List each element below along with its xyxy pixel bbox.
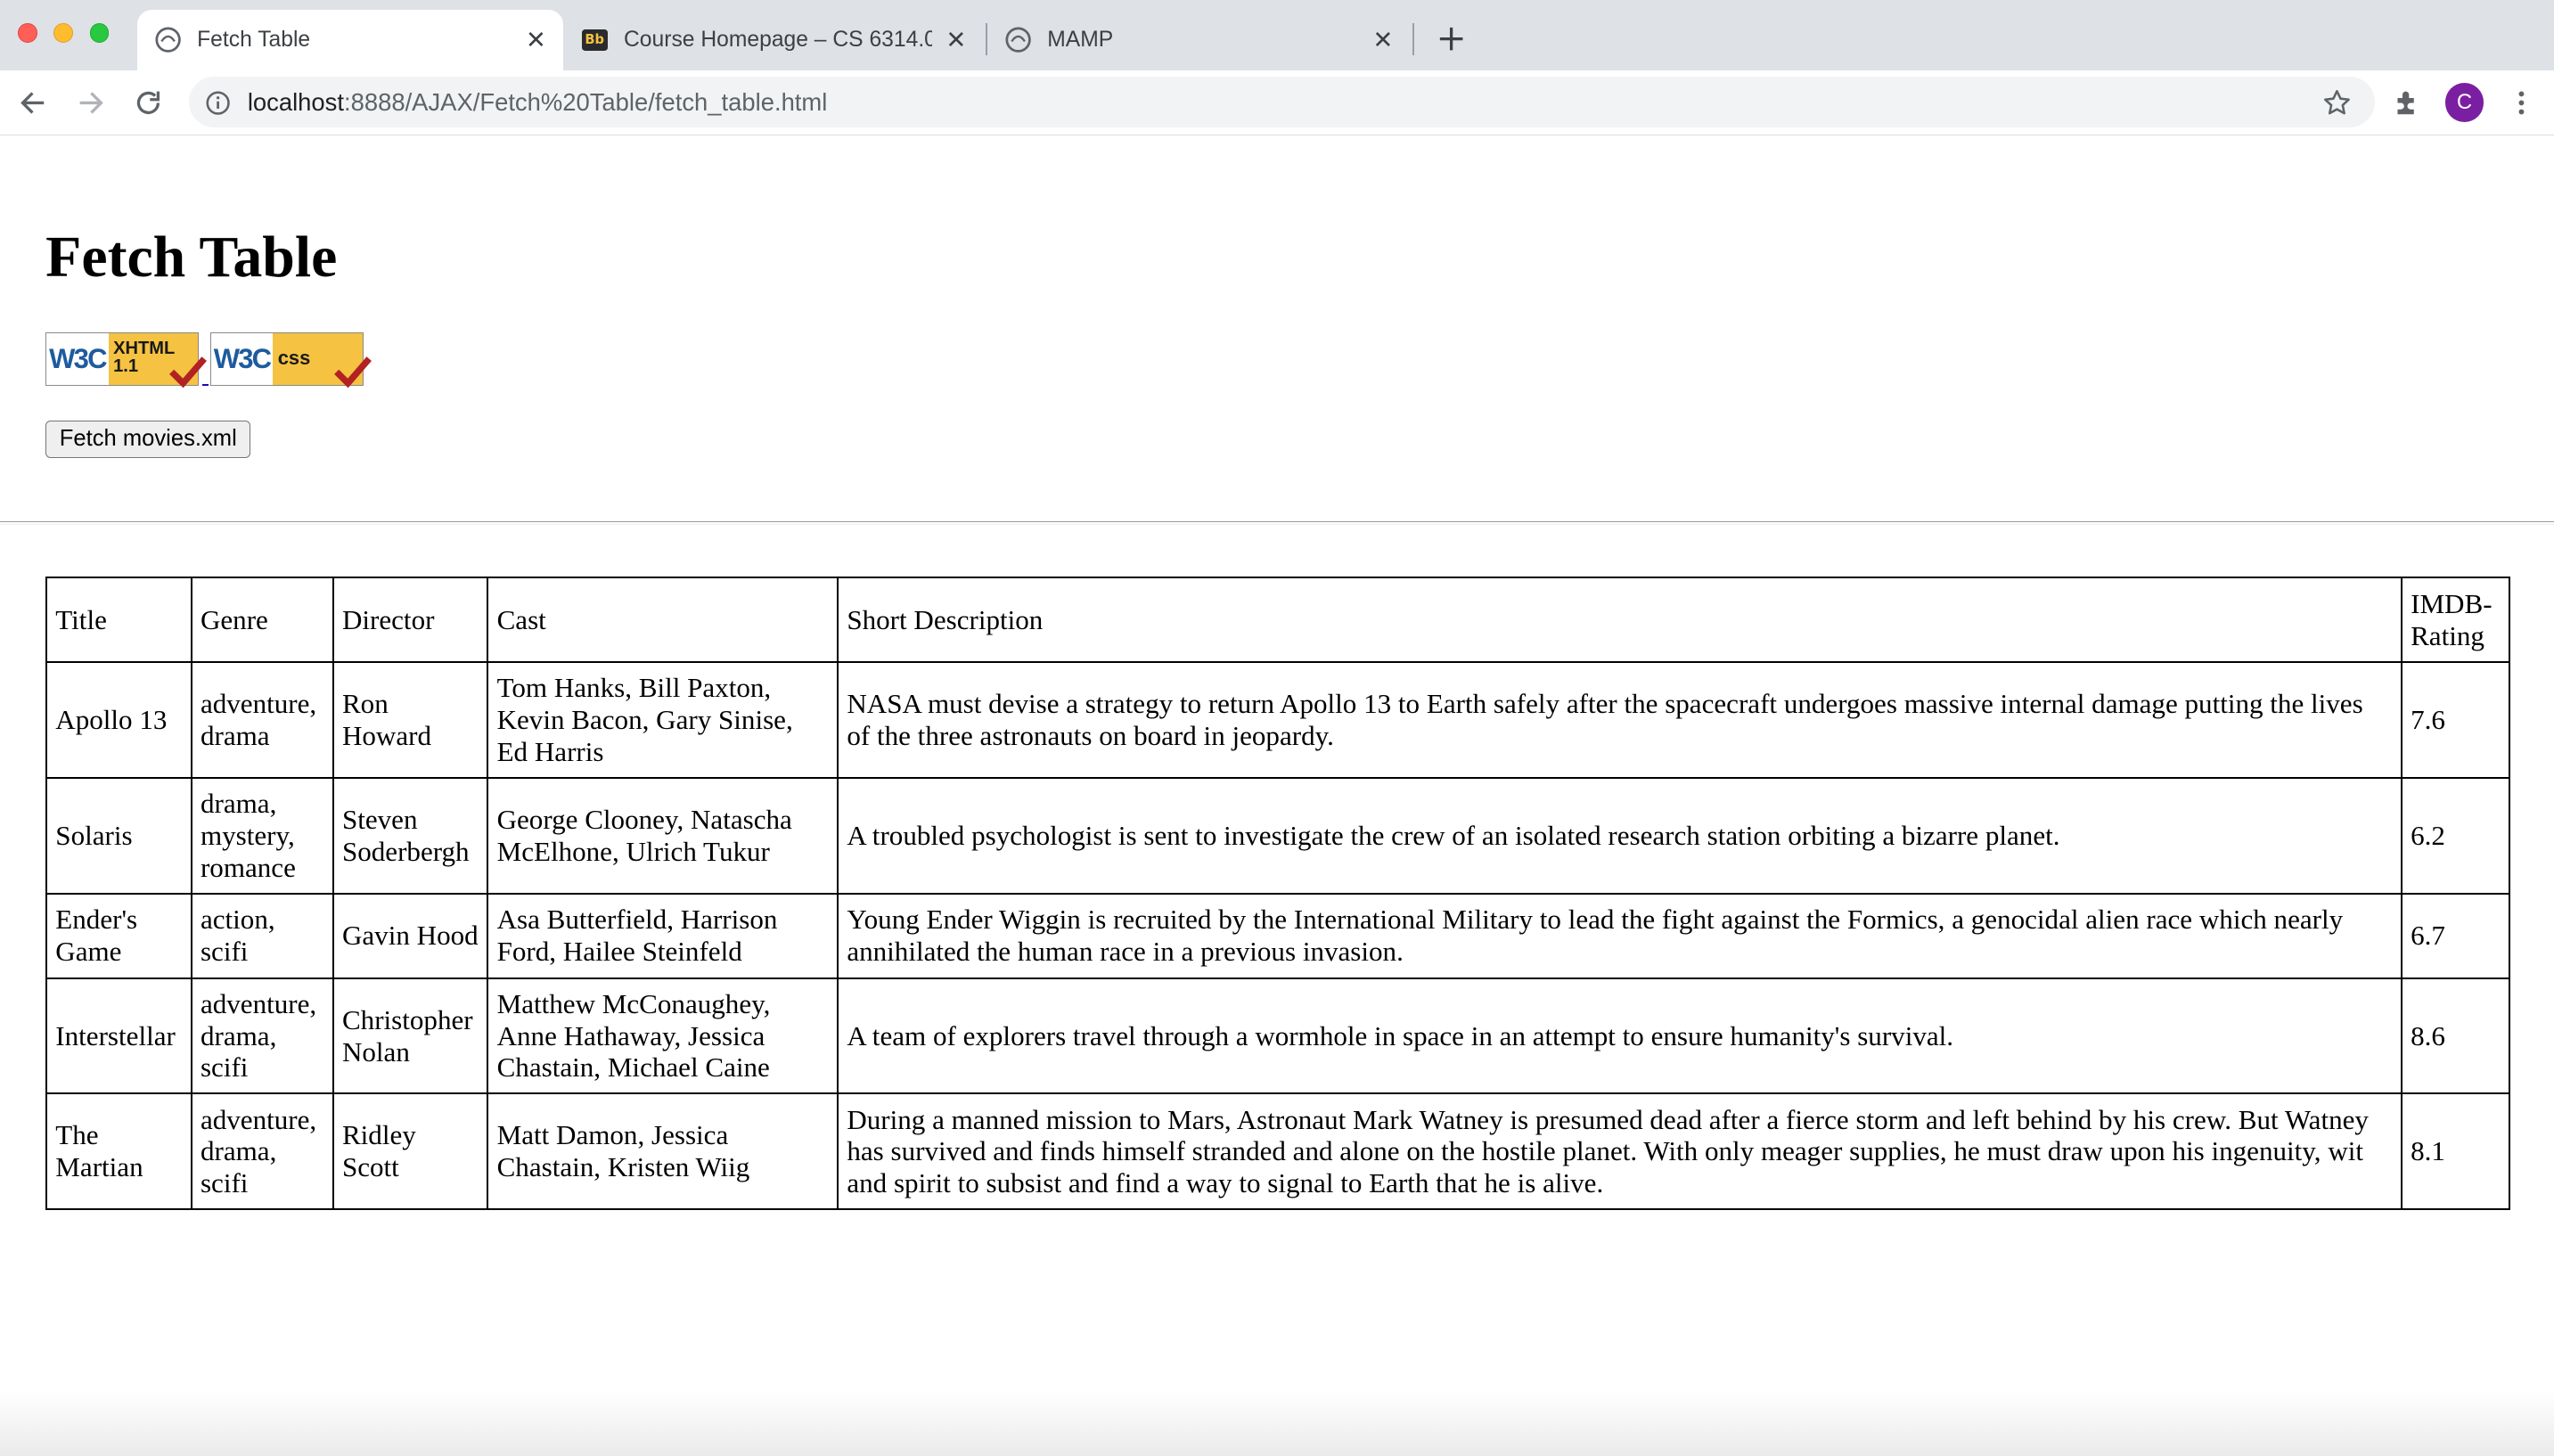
close-tab-icon[interactable]: ✕: [521, 25, 551, 54]
cell-cast: Asa Butterfield, Harrison Ford, Hailee S…: [487, 892, 839, 979]
cell-rating: 6.7: [2400, 892, 2510, 979]
cell-director: Steven Soderbergh: [332, 776, 489, 895]
tab-course-homepage[interactable]: Bb Course Homepage – CS 6314.0 ✕: [563, 10, 984, 70]
cell-rating: 8.6: [2400, 977, 2510, 1095]
arrow-left-icon: [20, 92, 45, 114]
cell-director: Ridley Scott: [332, 1092, 489, 1211]
badge-kind: XHTML 1.1: [108, 332, 208, 389]
puzzle-icon: [2397, 91, 2414, 114]
checkmark-icon: [169, 356, 208, 389]
w3c-xhtml-badge-link[interactable]: W3C XHTML 1.1: [45, 331, 208, 389]
page-title: Fetch Table: [45, 224, 338, 290]
cell-title: Solaris: [45, 776, 192, 895]
close-tab-icon[interactable]: ✕: [941, 25, 970, 54]
movies-table: Title Genre Director Cast Short Descript…: [45, 577, 2510, 1211]
reload-icon: [136, 91, 160, 114]
cell-genre: adventure, drama, scifi: [190, 977, 334, 1095]
table-row: Solaris drama, mystery, romance Steven S…: [45, 776, 2510, 895]
tab-fetch-table[interactable]: Fetch Table ✕: [136, 9, 564, 70]
table-row: The Martian adventure, drama, scifi Ridl…: [45, 1092, 2510, 1211]
w3c-logo: W3C: [210, 332, 274, 386]
kebab-menu-icon: [2518, 91, 2525, 115]
table-row: Interstellar adventure, drama, scifi Chr…: [45, 977, 2510, 1095]
cell-title: Ender's Game: [45, 892, 192, 979]
cell-genre: adventure, drama, scifi: [190, 1092, 334, 1211]
cell-genre: drama, mystery, romance: [190, 776, 334, 895]
column-header-genre: Genre: [190, 577, 334, 664]
cell-description: A team of explorers travel through a wor…: [837, 977, 2403, 1095]
cell-director: Gavin Hood: [332, 892, 489, 979]
bookmark-star-icon[interactable]: [2322, 88, 2352, 118]
cell-rating: 6.2: [2400, 776, 2510, 895]
cell-rating: 7.6: [2400, 661, 2510, 779]
close-window-button[interactable]: [18, 22, 38, 43]
cell-description: During a manned mission to Mars, Astrona…: [837, 1092, 2403, 1211]
link-underline: [201, 384, 209, 387]
column-header-title: Title: [45, 577, 192, 664]
page-content: Fetch Table W3C XHTML 1.1 W3C css Fetch …: [0, 137, 2554, 1456]
tab-title: Fetch Table: [197, 27, 311, 52]
table-header-row: Title Genre Director Cast Short Descript…: [45, 577, 2510, 664]
globe-icon: [1005, 27, 1031, 53]
url-path: :8888/AJAX/Fetch%20Table/fetch_table.htm…: [343, 87, 828, 116]
address-bar[interactable]: localhost:8888/AJAX/Fetch%20Table/fetch_…: [189, 76, 2375, 127]
arrow-right-icon: [79, 92, 103, 114]
extensions-button[interactable]: [2385, 80, 2430, 126]
tab-title: MAMP: [1047, 27, 1114, 52]
cell-genre: adventure, drama: [190, 661, 334, 779]
cell-director: Ron Howard: [332, 661, 489, 779]
column-header-rating: IMDB-Rating: [2400, 577, 2510, 664]
checkmark-icon: [333, 356, 372, 389]
zoom-window-button[interactable]: [89, 22, 110, 43]
bottom-shadow: [0, 1390, 2554, 1456]
browser-menu-button[interactable]: [2499, 80, 2544, 126]
horizontal-rule: [0, 520, 2554, 525]
cell-title: Interstellar: [45, 977, 192, 1095]
blackboard-icon: Bb: [581, 27, 608, 53]
column-header-director: Director: [332, 577, 489, 664]
close-tab-icon[interactable]: ✕: [1368, 25, 1397, 54]
cell-director: Christopher Nolan: [332, 977, 489, 1095]
cell-title: Apollo 13: [45, 661, 192, 779]
column-header-description: Short Description: [837, 577, 2403, 664]
badge-kind-label: XHTML: [113, 339, 176, 359]
minimize-window-button[interactable]: [53, 22, 74, 43]
url-text[interactable]: localhost:8888/AJAX/Fetch%20Table/fetch_…: [248, 88, 828, 117]
cell-cast: Matt Damon, Jessica Chastain, Kristen Wi…: [487, 1092, 839, 1211]
table-row: Apollo 13 adventure, drama Ron Howard To…: [45, 661, 2510, 779]
cell-cast: George Clooney, Natascha McElhone, Ulric…: [487, 776, 839, 895]
w3c-css-badge-link[interactable]: W3C css: [209, 331, 372, 389]
cell-title: The Martian: [45, 1092, 192, 1211]
cell-description: NASA must devise a strategy to return Ap…: [837, 661, 2403, 779]
badge-kind: css: [273, 332, 372, 389]
w3c-logo: W3C: [46, 332, 109, 386]
reload-button[interactable]: [126, 80, 171, 126]
tab-separator: [1412, 22, 1414, 56]
forward-button[interactable]: [69, 80, 114, 126]
table-row: Ender's Game action, scifi Gavin Hood As…: [45, 892, 2510, 979]
cell-description: Young Ender Wiggin is recruited by the I…: [837, 892, 2403, 979]
tab-strip: Fetch Table ✕ Bb Course Homepage – CS 63…: [0, 0, 2554, 70]
info-icon[interactable]: [205, 90, 231, 116]
cell-rating: 8.1: [2400, 1092, 2510, 1211]
plus-icon: [1439, 28, 1463, 51]
globe-icon: [155, 27, 181, 53]
new-tab-button[interactable]: [1432, 20, 1471, 59]
browser-toolbar: localhost:8888/AJAX/Fetch%20Table/fetch_…: [0, 70, 2554, 135]
cell-description: A troubled psychologist is sent to inves…: [837, 776, 2403, 895]
cell-cast: Tom Hanks, Bill Paxton, Kevin Bacon, Gar…: [487, 661, 839, 779]
back-button[interactable]: [10, 80, 55, 126]
cell-genre: action, scifi: [190, 892, 334, 979]
profile-avatar[interactable]: C: [2444, 83, 2484, 123]
tab-title: Course Homepage – CS 6314.0: [624, 27, 932, 52]
cell-cast: Matthew McConaughey, Anne Hathaway, Jess…: [487, 977, 839, 1095]
tab-mamp[interactable]: MAMP ✕: [987, 10, 1411, 70]
column-header-cast: Cast: [487, 577, 839, 664]
url-host: localhost: [247, 87, 344, 116]
fetch-movies-button[interactable]: Fetch movies.xml: [45, 420, 251, 458]
